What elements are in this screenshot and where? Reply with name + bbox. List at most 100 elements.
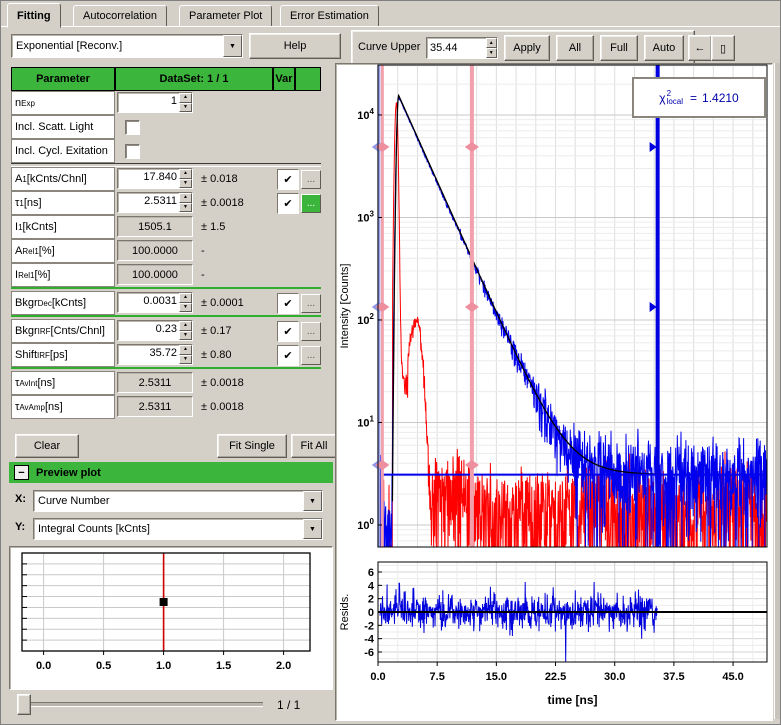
spin-up-icon[interactable]: ▲ [486, 38, 497, 48]
param-more-tau1[interactable]: ... [301, 194, 321, 213]
spin-up-icon[interactable]: ▲ [179, 193, 192, 203]
spin-down-icon[interactable]: ▼ [179, 203, 192, 213]
param-value-shift-irf[interactable]: 35.72 [118, 345, 179, 364]
preview-plot-title: Preview plot [36, 467, 101, 479]
param-label-tau-av-int: τAvInt[ns] [11, 371, 115, 395]
svg-text:100: 100 [357, 517, 374, 532]
spin-down-icon[interactable]: ▼ [179, 179, 192, 189]
param-value-tau-av-int: 2.5311 [117, 372, 193, 393]
curve-upper-label: Curve Upper [358, 41, 420, 53]
param-var-a1[interactable]: ✔ [277, 169, 299, 190]
param-error-irel1: - [201, 269, 271, 281]
minus-icon: − [18, 468, 24, 478]
svg-text:4: 4 [368, 580, 375, 592]
param-input-bkgr-irf[interactable]: 0.23▲▼ [117, 320, 193, 341]
spin-down-icon[interactable]: ▼ [179, 303, 192, 313]
preview-x-select[interactable]: Curve Number ▼ [33, 490, 323, 512]
spin-up-icon[interactable]: ▲ [179, 293, 192, 303]
svg-text:45.0: 45.0 [722, 671, 743, 683]
svg-text:15.0: 15.0 [486, 671, 507, 683]
cursor-mode-icon: ▯ [720, 42, 726, 55]
full-button[interactable]: Full [600, 35, 638, 61]
preview-y-select[interactable]: Integral Counts [kCnts] ▼ [33, 518, 323, 540]
param-checkbox-incl-cycl-exitation[interactable] [125, 144, 140, 159]
chevron-down-icon[interactable]: ▼ [303, 519, 322, 539]
param-input-shift-irf[interactable]: 35.72▲▼ [117, 344, 193, 365]
param-value-tau1[interactable]: 2.5311 [118, 193, 179, 212]
clear-button[interactable]: Clear [15, 434, 79, 458]
preview-plot-canvas[interactable]: 0.00.51.01.52.0 [9, 546, 333, 690]
param-value-bkgr-dec[interactable]: 0.0031 [118, 293, 179, 312]
tab-panel-edge [1, 26, 781, 29]
svg-text:30.0: 30.0 [604, 671, 625, 683]
section-separator [11, 287, 321, 289]
param-input-n-exp[interactable]: 1▲▼ [117, 92, 193, 113]
svg-text:1.0: 1.0 [156, 660, 171, 672]
decay-chart-panel[interactable]: 100101102103104Intensity [Counts]6420-2-… [335, 63, 773, 721]
param-more-bkgr-irf[interactable]: ... [301, 322, 321, 341]
tab-fitting[interactable]: Fitting [7, 3, 61, 28]
dataset-slider-handle[interactable] [17, 694, 31, 715]
param-value-i1: 1505.1 [117, 216, 193, 237]
spin-down-icon[interactable]: ▼ [486, 48, 497, 58]
full-button-label: Full [610, 42, 628, 54]
param-error-shift-irf: ± 0.80 [201, 349, 271, 361]
spin-down-icon[interactable]: ▼ [179, 331, 192, 341]
dataset-slider-track[interactable] [23, 702, 263, 707]
svg-text:104: 104 [357, 107, 374, 122]
spin-up-icon[interactable]: ▲ [179, 345, 192, 355]
spin-up-icon[interactable]: ▲ [179, 93, 192, 103]
spin-down-icon[interactable]: ▼ [179, 355, 192, 365]
param-value-a1[interactable]: 17.840 [118, 169, 179, 188]
param-var-shift-irf[interactable]: ✔ [277, 345, 299, 366]
fit-all-button[interactable]: Fit All [291, 434, 337, 458]
param-error-bkgr-irf: ± 0.17 [201, 325, 271, 337]
apply-button[interactable]: Apply [504, 35, 550, 61]
svg-text:22.5: 22.5 [545, 671, 566, 683]
spin-up-icon[interactable]: ▲ [179, 321, 192, 331]
section-separator [11, 315, 321, 317]
param-label-shift-irf: ShiftIRF[ps] [11, 343, 115, 367]
chevron-down-icon[interactable]: ▼ [303, 491, 322, 511]
preview-x-value: Curve Number [34, 493, 303, 509]
svg-text:0.0: 0.0 [36, 660, 51, 672]
cursor-mode-button[interactable]: ▯ [711, 35, 735, 61]
param-more-shift-irf[interactable]: ... [301, 346, 321, 365]
param-input-bkgr-dec[interactable]: 0.0031▲▼ [117, 292, 193, 313]
fit-single-button[interactable]: Fit Single [217, 434, 287, 458]
param-label-tau1: τ1[ns] [11, 191, 115, 215]
spin-up-icon[interactable]: ▲ [179, 169, 192, 179]
collapse-button[interactable]: − [14, 465, 29, 480]
table-header-col1: Parameter [11, 67, 115, 91]
decay-chart-svg: 100101102103104Intensity [Counts]6420-2-… [336, 64, 770, 718]
param-more-a1[interactable]: ... [301, 170, 321, 189]
apply-button-label: Apply [513, 42, 541, 54]
param-input-a1[interactable]: 17.840▲▼ [117, 168, 193, 189]
back-arrow-button[interactable]: ← [688, 35, 712, 61]
svg-text:0: 0 [368, 607, 374, 619]
param-value-bkgr-irf[interactable]: 0.23 [118, 321, 179, 340]
param-label-arel1: ARel1[%] [11, 239, 115, 263]
table-header-col3: Var [273, 67, 295, 91]
param-error-tau1: ± 0.0018 [201, 197, 271, 209]
param-value-arel1: 100.0000 [117, 240, 193, 261]
param-label-incl-cycl-exitation: Incl. Cycl. Exitation [11, 139, 115, 163]
dataset-pager: 1 / 1 [277, 698, 300, 712]
param-var-tau1[interactable]: ✔ [277, 193, 299, 214]
section-separator [11, 367, 321, 369]
param-more-bkgr-dec[interactable]: ... [301, 294, 321, 313]
param-value-n-exp[interactable]: 1 [118, 93, 179, 112]
param-checkbox-incl-scatt-light[interactable] [125, 120, 140, 135]
preview-data-point[interactable] [160, 598, 168, 606]
param-input-tau1[interactable]: 2.5311▲▼ [117, 192, 193, 213]
curve-upper-input[interactable] [427, 38, 486, 58]
svg-text:37.5: 37.5 [663, 671, 684, 683]
spin-down-icon[interactable]: ▼ [179, 103, 192, 113]
param-var-bkgr-irf[interactable]: ✔ [277, 321, 299, 342]
svg-text:1.5: 1.5 [216, 660, 231, 672]
all-button[interactable]: All [556, 35, 594, 61]
param-var-bkgr-dec[interactable]: ✔ [277, 293, 299, 314]
panel-splitter[interactable] [774, 63, 781, 719]
auto-button[interactable]: Auto [644, 35, 684, 61]
curve-upper-field[interactable]: ▲ ▼ [426, 37, 498, 59]
